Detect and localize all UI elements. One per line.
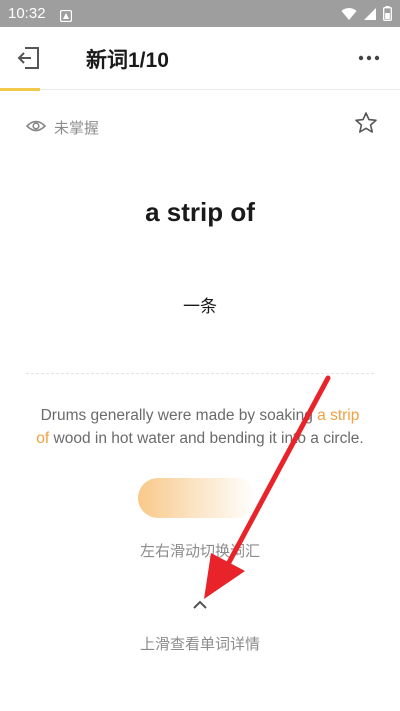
progress-track (0, 89, 400, 90)
divider (26, 373, 374, 374)
progress-bar (0, 88, 40, 91)
exit-button[interactable] (16, 45, 46, 73)
example-sentence: Drums generally were made by soaking a s… (34, 404, 366, 450)
favorite-button[interactable] (354, 111, 380, 137)
star-icon (354, 112, 378, 139)
chevron-up-icon[interactable] (190, 596, 210, 610)
notification-icon (59, 7, 73, 26)
mastery-status[interactable]: 未掌握 (25, 117, 100, 138)
more-button[interactable] (356, 45, 382, 71)
vocab-word: a strip of (145, 197, 255, 227)
exit-icon (16, 47, 42, 75)
more-icon (356, 55, 382, 75)
signal-icon (363, 6, 377, 25)
battery-icon (383, 6, 392, 25)
mastery-label: 未掌握 (54, 119, 100, 137)
swipe-hint: 左右滑动切换词汇 (139, 542, 260, 560)
eye-icon (25, 118, 47, 137)
status-bar: 10:32 (0, 0, 400, 27)
example-text-before: Drums generally were made by soaking (40, 407, 318, 424)
detail-hint: 上滑查看单词详情 (139, 635, 260, 653)
word-meaning: 一条 (183, 297, 217, 317)
wifi-icon (341, 6, 357, 25)
swipe-indicator[interactable] (138, 478, 256, 518)
page-title: 新词1/10 (86, 49, 169, 72)
example-text-after: wood in hot water and bending it into a … (49, 430, 364, 447)
status-time: 10:32 (8, 5, 46, 22)
app-header: 新词1/10 (0, 27, 400, 90)
